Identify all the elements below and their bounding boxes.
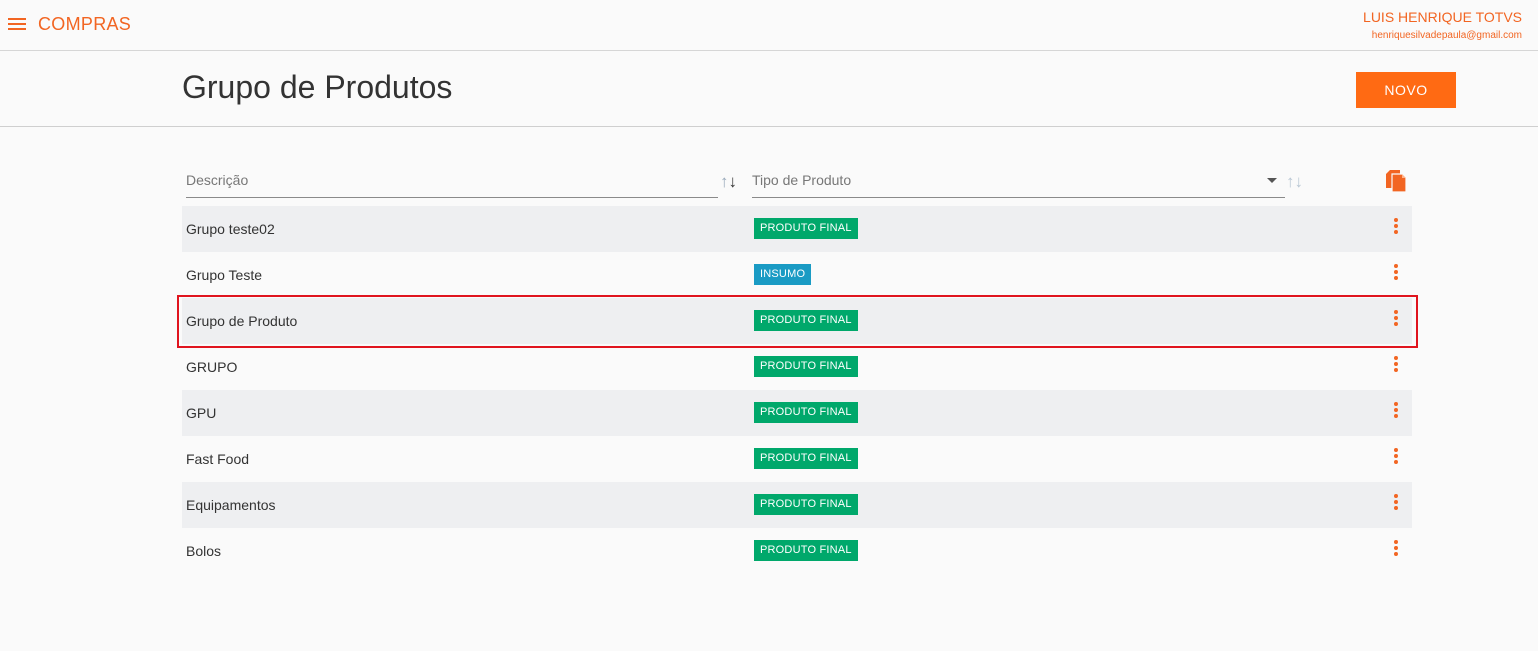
hamburger-menu-icon[interactable]	[8, 15, 28, 33]
descricao-cell: Grupo de Produto	[186, 313, 298, 329]
product-group-table: Grupo teste02 PRODUTO FINAL Grupo Teste INS…	[182, 206, 1412, 574]
more-options-icon[interactable]	[1388, 448, 1404, 470]
more-options-icon[interactable]	[1388, 494, 1404, 516]
descricao-cell: Grupo teste02	[186, 221, 275, 237]
tipo-produto-badge: PRODUTO FINAL	[754, 494, 858, 515]
table-row[interactable]: Bolos PRODUTO FINAL	[182, 528, 1412, 574]
table-row[interactable]: Fast Food PRODUTO FINAL	[182, 436, 1412, 482]
table-row[interactable]: Grupo Teste INSUMO	[182, 252, 1412, 298]
user-name[interactable]: LUIS HENRIQUE TOTVS	[1363, 9, 1522, 25]
more-options-icon[interactable]	[1388, 402, 1404, 424]
descricao-filter	[186, 166, 718, 198]
more-options-icon[interactable]	[1388, 310, 1404, 332]
sort-tipo-produto-icon[interactable]: ↑↓	[1286, 172, 1306, 192]
tipo-produto-badge: PRODUTO FINAL	[754, 540, 858, 561]
app-title: COMPRAS	[38, 14, 132, 34]
table-row[interactable]: Grupo de Produto PRODUTO FINAL	[182, 298, 1412, 344]
tipo-produto-filter-input[interactable]	[752, 166, 1285, 194]
table-row[interactable]: Grupo teste02 PRODUTO FINAL	[182, 206, 1412, 252]
tipo-produto-filter	[752, 166, 1285, 198]
tipo-produto-badge: PRODUTO FINAL	[754, 402, 858, 423]
descricao-filter-input[interactable]	[186, 166, 718, 194]
descricao-cell: Equipamentos	[186, 497, 276, 513]
chevron-down-icon[interactable]	[1267, 178, 1277, 183]
export-file-icon[interactable]	[1386, 170, 1407, 193]
top-bar: COMPRAS LUIS HENRIQUE TOTVS henriquesilv…	[0, 0, 1538, 51]
more-options-icon[interactable]	[1388, 540, 1404, 562]
new-button[interactable]: NOVO	[1356, 72, 1456, 108]
more-options-icon[interactable]	[1388, 356, 1404, 378]
more-options-icon[interactable]	[1388, 218, 1404, 240]
page-title: Grupo de Produtos	[182, 69, 453, 105]
tipo-produto-badge: PRODUTO FINAL	[754, 448, 858, 469]
tipo-produto-badge: INSUMO	[754, 264, 812, 285]
table-row[interactable]: GPU PRODUTO FINAL	[182, 390, 1412, 436]
more-options-icon[interactable]	[1388, 264, 1404, 286]
page-header: Grupo de Produtos NOVO	[0, 51, 1538, 127]
tipo-produto-badge: PRODUTO FINAL	[754, 218, 858, 239]
tipo-produto-badge: PRODUTO FINAL	[754, 356, 858, 377]
tipo-produto-badge: PRODUTO FINAL	[754, 310, 858, 331]
descricao-cell: GRUPO	[186, 359, 238, 375]
descricao-cell: GPU	[186, 405, 217, 421]
sort-descricao-icon[interactable]: ↑↓	[720, 172, 740, 192]
descricao-cell: Grupo Teste	[186, 267, 263, 283]
table-row[interactable]: GRUPO PRODUTO FINAL	[182, 344, 1412, 390]
user-email: henriquesilvadepaula@gmail.com	[1371, 30, 1522, 41]
table-row[interactable]: Equipamentos PRODUTO FINAL	[182, 482, 1412, 528]
descricao-cell: Fast Food	[186, 451, 250, 467]
descricao-cell: Bolos	[186, 543, 222, 559]
